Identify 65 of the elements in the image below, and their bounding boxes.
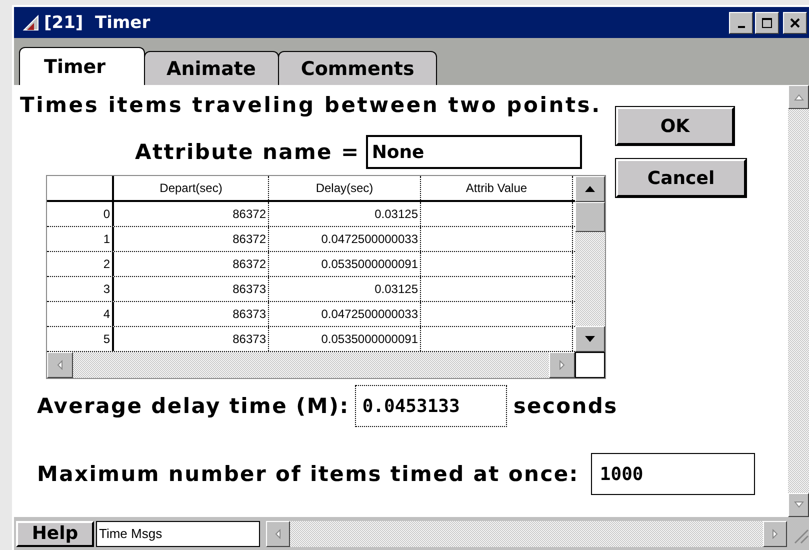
table-cell: 86372 — [114, 252, 269, 276]
scroll-up-button[interactable] — [788, 85, 809, 109]
vertical-scrollbar[interactable] — [575, 176, 605, 378]
maximum-items-label: Maximum number of items timed at once: — [37, 462, 579, 486]
maximize-button[interactable] — [755, 12, 779, 34]
tab[interactable]: Comments — [278, 51, 438, 85]
table-cell: 0.0472500000033 — [269, 302, 421, 326]
row-number: 0 — [47, 202, 114, 226]
tab[interactable]: Animate — [144, 51, 279, 85]
left-arrow-icon — [274, 528, 282, 538]
description-text: Times items traveling between two points. — [20, 93, 602, 117]
message-field[interactable]: Time Msgs — [96, 520, 260, 546]
table-cell: 86373 — [114, 327, 269, 351]
row-number: 4 — [47, 302, 114, 326]
ok-button[interactable]: OK — [616, 107, 734, 145]
attribute-name-field[interactable]: None — [366, 135, 582, 169]
left-arrow-icon — [56, 360, 64, 370]
column-header: Attrib Value — [421, 176, 573, 200]
help-button[interactable]: Help — [16, 520, 94, 546]
table-cell: 86373 — [114, 302, 269, 326]
average-delay-value: 0.0453133 — [355, 385, 508, 427]
table-cell: 0.03125 — [269, 202, 421, 226]
table-cell: 0.0535000000091 — [269, 252, 421, 276]
scroll-down-button[interactable] — [575, 326, 605, 352]
attribute-label: Attribute name = — [135, 140, 360, 164]
right-arrow-icon — [771, 528, 779, 538]
scroll-thumb[interactable] — [575, 202, 605, 232]
average-delay-label: Average delay time (M): — [37, 394, 350, 418]
window-title: [21] Timer — [44, 12, 150, 32]
table-cell: 86373 — [114, 277, 269, 301]
scroll-down-button[interactable] — [788, 493, 809, 517]
horizontal-scrollbar[interactable] — [266, 520, 787, 546]
tab[interactable]: Timer — [19, 47, 145, 85]
scroll-left-button[interactable] — [47, 352, 73, 378]
row-number: 3 — [47, 277, 114, 301]
cancel-button[interactable]: Cancel — [616, 159, 746, 197]
vertical-scrollbar[interactable] — [788, 85, 809, 517]
column-header: Depart(sec) — [114, 176, 269, 200]
right-arrow-icon — [558, 360, 566, 370]
close-icon — [789, 16, 801, 28]
row-number: 1 — [47, 227, 114, 251]
table-cell: 0.03125 — [269, 277, 421, 301]
minimize-icon — [738, 26, 744, 28]
table-cell: 0.0472500000033 — [269, 227, 421, 251]
unit-label: seconds — [513, 394, 618, 418]
up-arrow-icon — [584, 185, 596, 193]
scroll-left-button[interactable] — [266, 520, 290, 546]
minimize-button[interactable] — [729, 12, 753, 34]
scroll-up-button[interactable] — [575, 176, 605, 202]
maximum-items-field[interactable]: 1000 — [590, 453, 755, 495]
app-icon — [22, 14, 40, 32]
scroll-right-button[interactable] — [549, 352, 575, 378]
scroll-right-button[interactable] — [763, 520, 787, 546]
maximize-icon — [761, 16, 773, 28]
scrollbar-corner — [575, 352, 605, 378]
close-button[interactable] — [783, 12, 807, 34]
up-arrow-icon — [794, 93, 804, 101]
table-cell: 0.0535000000091 — [269, 327, 421, 351]
down-arrow-icon — [794, 501, 804, 509]
horizontal-scrollbar[interactable] — [47, 352, 575, 378]
column-header: Delay(sec) — [269, 176, 421, 200]
table-cell: 86372 — [114, 227, 269, 251]
row-number: 2 — [47, 252, 114, 276]
table-cell: 86372 — [114, 202, 269, 226]
down-arrow-icon — [584, 335, 596, 343]
